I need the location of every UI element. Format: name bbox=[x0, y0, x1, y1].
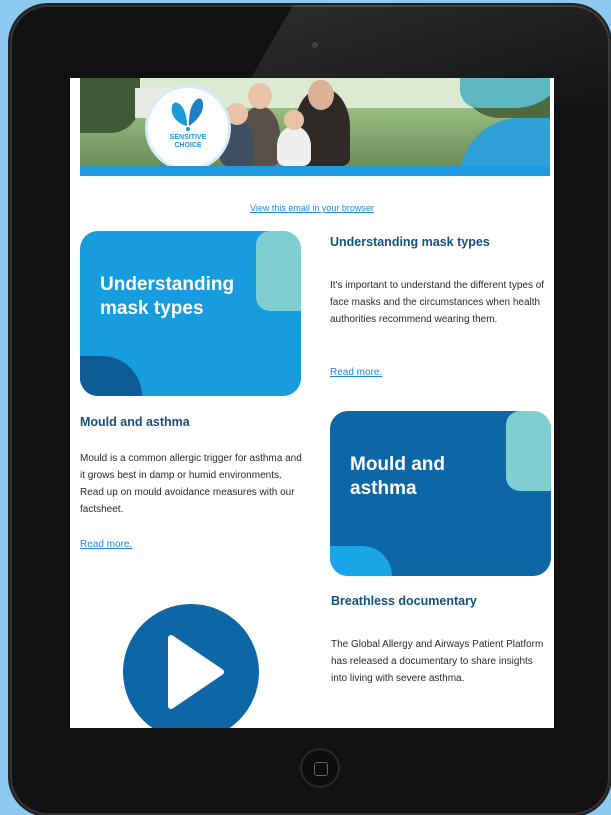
card-title: Understanding mask types bbox=[100, 274, 235, 319]
card-decor-shape bbox=[256, 231, 301, 311]
camera-icon bbox=[312, 42, 318, 48]
view-in-browser-link[interactable]: View this email in your browser bbox=[70, 203, 554, 213]
article-heading-mould[interactable]: Mould and asthma bbox=[80, 415, 190, 429]
logo-text: SENSITIVE CHOICE bbox=[169, 134, 207, 149]
article-body-mould: Mould is a common allergic trigger for a… bbox=[80, 453, 302, 515]
mask-types-card-image[interactable]: Understanding mask types bbox=[80, 231, 301, 396]
card-title: Mould and asthma bbox=[350, 454, 445, 499]
article-heading-documentary[interactable]: Breathless documentary bbox=[331, 594, 477, 608]
article-body-mask-types: It's important to understand the differe… bbox=[330, 280, 545, 325]
hero-decor-shape bbox=[460, 118, 550, 166]
play-icon bbox=[168, 635, 224, 709]
family-face bbox=[248, 83, 272, 109]
hero-family-photo bbox=[215, 78, 355, 166]
hero-banner: SENSITIVE CHOICE bbox=[80, 78, 550, 166]
butterfly-logo-icon bbox=[171, 98, 204, 131]
article-heading-mask-types[interactable]: Understanding mask types bbox=[330, 235, 490, 249]
card-decor-shape bbox=[80, 356, 142, 396]
home-button[interactable] bbox=[300, 748, 340, 788]
family-member bbox=[277, 126, 311, 166]
article-body-documentary: The Global Allergy and Airways Patient P… bbox=[331, 639, 544, 684]
family-face bbox=[284, 110, 304, 130]
card-decor-shape bbox=[506, 411, 551, 491]
email-screen: SENSITIVE CHOICE View this email in your… bbox=[70, 78, 554, 728]
home-button-icon bbox=[314, 762, 328, 776]
mould-asthma-card-image[interactable]: Mould and asthma bbox=[330, 411, 551, 576]
video-play-button[interactable] bbox=[123, 604, 259, 728]
sensitive-choice-logo: SENSITIVE CHOICE bbox=[148, 88, 228, 166]
read-more-link-mask-types[interactable]: Read more. bbox=[330, 367, 382, 378]
hero-stripe bbox=[80, 166, 550, 176]
read-more-link-mould[interactable]: Read more. bbox=[80, 539, 132, 550]
hero-tree bbox=[80, 78, 140, 133]
card-decor-shape bbox=[330, 546, 392, 576]
family-face bbox=[308, 80, 334, 110]
hero-decor-shape bbox=[460, 78, 550, 108]
family-face bbox=[226, 103, 248, 125]
